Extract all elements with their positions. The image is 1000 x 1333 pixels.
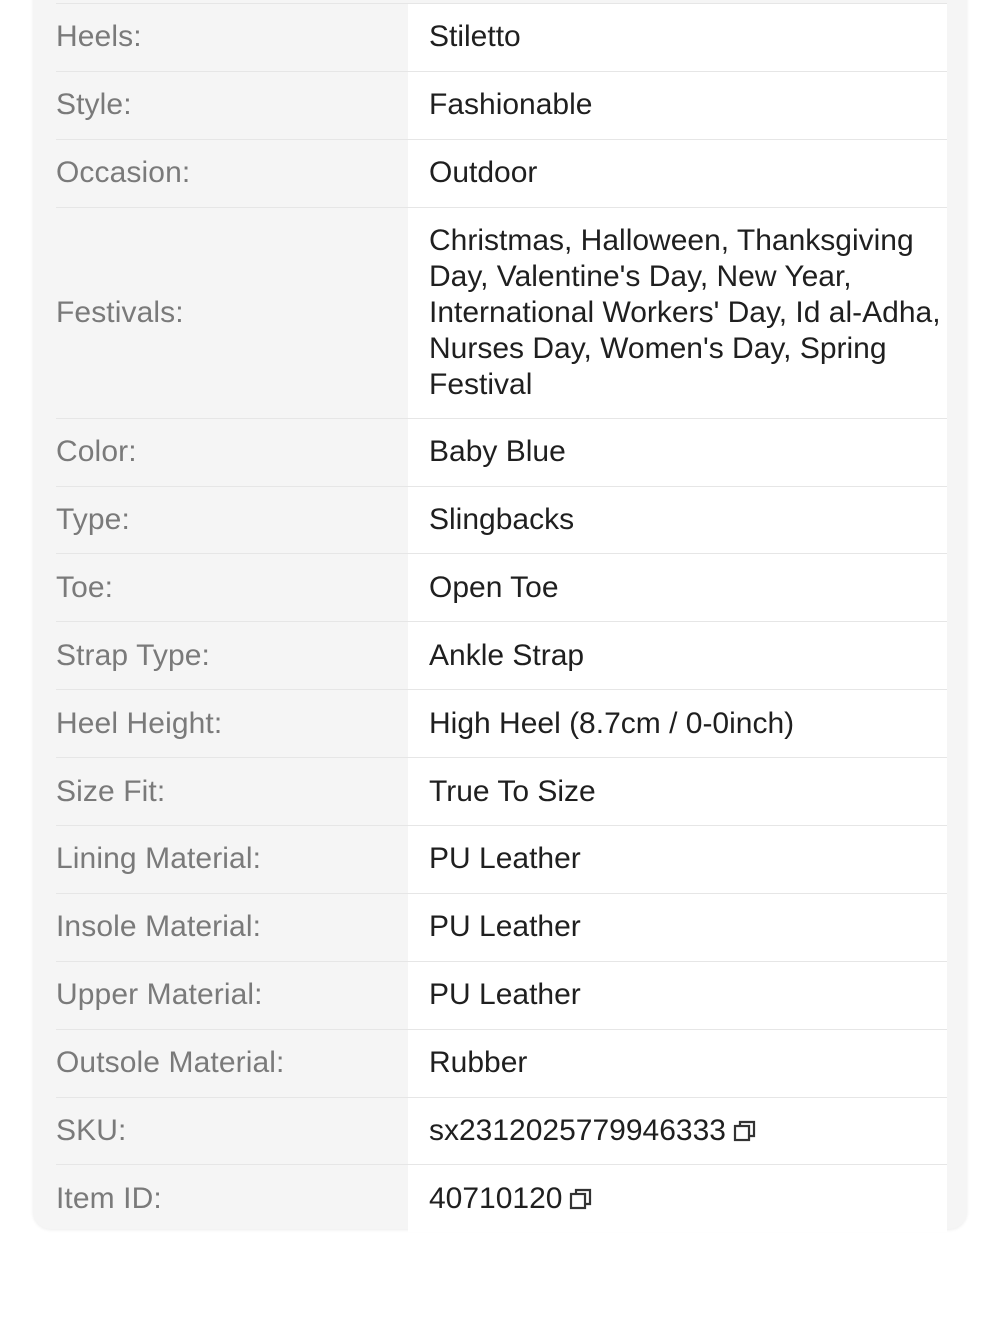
spec-row-heels: Heels: Stiletto [56,3,947,71]
spec-value: Open Toe [408,554,947,622]
spec-label: Color: [56,435,137,469]
spec-label: Upper Material: [56,978,263,1012]
spec-row-upper-material: Upper Material: PU Leather [56,960,947,1029]
copy-icon[interactable] [732,1118,758,1144]
spec-value: Ankle Strap [408,622,947,690]
spec-label: Heel Height: [56,706,223,740]
spec-row-lining-material: Lining Material: PU Leather [56,825,947,893]
spec-row-heel-height: Heel Height: High Heel (8.7cm / 0-0inch) [56,689,947,758]
spec-label: SKU: [56,1114,127,1148]
spec-label: Type: [56,503,130,536]
product-specs-table: Heels: Stiletto Style: Fashionable Occas… [33,0,967,1233]
spec-row-size-fit: Size Fit: True To Size [56,757,947,826]
spec-value: sx2312025779946333 [408,1097,947,1165]
spec-label: Outsole Material: [56,1046,285,1080]
spec-row-item-id: Item ID: 40710120 [56,1164,947,1233]
spec-label: Strap Type: [56,638,210,672]
spec-row-toe: Toe: Open Toe [56,553,947,622]
spec-label: Occasion: [56,156,191,190]
spec-value: Fashionable [408,71,947,139]
sku-value: sx2312025779946333 [429,1114,726,1148]
spec-label: Lining Material: [56,842,262,876]
spec-value: PU Leather [408,961,947,1029]
spec-row-sku: SKU: sx2312025779946333 [56,1096,947,1165]
spec-row-style: Style: Fashionable [56,70,947,139]
spec-value: Slingbacks [408,486,947,554]
spec-label: Toe: [56,570,114,604]
spec-row-insole-material: Insole Material: PU Leather [56,892,947,961]
spec-value: PU Leather [408,826,947,893]
spec-row-outsole-material: Outsole Material: Rubber [56,1028,947,1097]
spec-value: High Heel (8.7cm / 0-0inch) [408,690,947,758]
spec-label: Festivals: [56,295,184,329]
spec-value: Outdoor [408,139,947,207]
spec-label: Item ID: [56,1181,162,1215]
spec-row-type: Type: Slingbacks [56,485,947,554]
spec-row-occasion: Occasion: Outdoor [56,138,947,207]
spec-value: Christmas, Halloween, Thanksgiving Day, … [408,207,947,418]
spec-label: Heels: [56,20,142,54]
spec-row-strap-type: Strap Type: Ankle Strap [56,621,947,690]
spec-value: 40710120 [408,1165,947,1233]
spec-label: Insole Material: [56,910,262,944]
spec-row-color: Color: Baby Blue [56,417,947,486]
spec-value: Rubber [408,1029,947,1097]
spec-value: PU Leather [408,893,947,961]
spec-label: Style: [56,88,132,122]
spec-value: Stiletto [408,4,947,71]
spec-value: True To Size [408,758,947,826]
item-id-value: 40710120 [429,1181,563,1215]
spec-row-festivals: Festivals: Christmas, Halloween, Thanksg… [56,206,947,418]
copy-icon[interactable] [568,1186,594,1212]
spec-value: Baby Blue [408,418,947,486]
spec-label: Size Fit: [56,774,166,808]
